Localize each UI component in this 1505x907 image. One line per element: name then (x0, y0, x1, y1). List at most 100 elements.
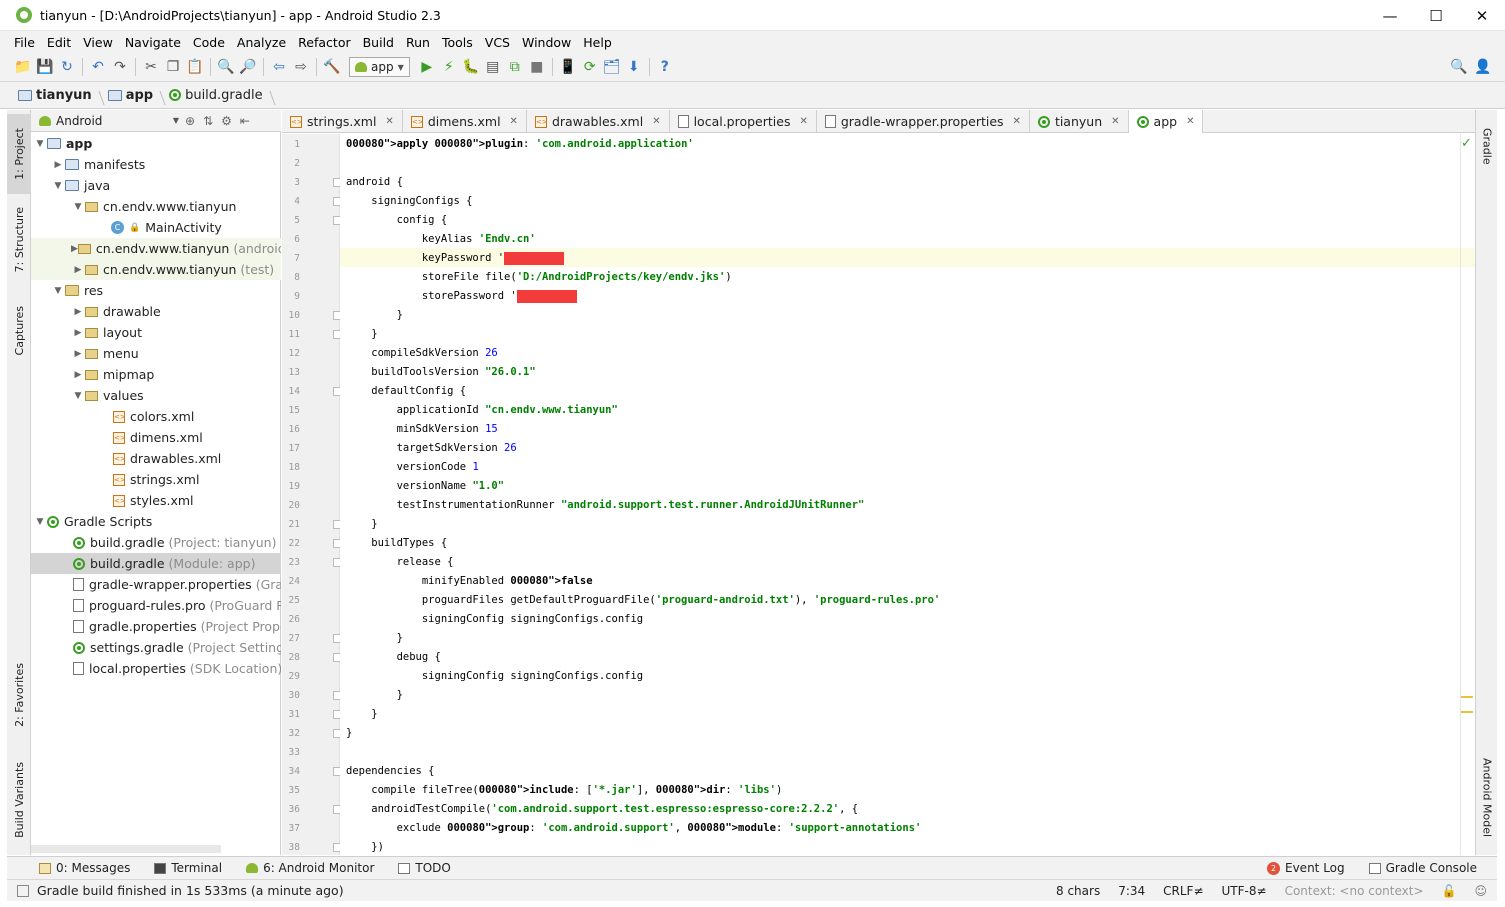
close-icon[interactable]: ✕ (1459, 0, 1505, 31)
tool-tab-build-variants[interactable]: Build Variants (7, 750, 31, 850)
warning-stripe-marker[interactable] (1461, 711, 1473, 713)
gradle-sync-icon[interactable]: ⟳ (579, 56, 601, 78)
make-project-icon[interactable]: 🔨 (321, 56, 343, 78)
tree-item-app[interactable]: ▼ app (31, 133, 281, 154)
code-editor[interactable]: 000080">apply 000080">plugin: 'com.andro… (340, 134, 1475, 855)
menu-file[interactable]: File (8, 35, 41, 50)
menu-tools[interactable]: Tools (436, 35, 479, 50)
tool-tab-terminal[interactable]: Terminal (142, 861, 234, 875)
menu-refactor[interactable]: Refactor (292, 35, 356, 50)
stop-icon[interactable]: ■ (526, 56, 548, 78)
breadcrumb-module[interactable]: app (107, 88, 163, 103)
tool-tab-project[interactable]: 1: Project (7, 114, 31, 194)
tree-item-package-test[interactable]: ▶ cn.endv.www.tianyun (test) (31, 259, 281, 280)
run-config-dropdown[interactable]: app ▼ (349, 57, 410, 77)
tab-local-properties[interactable]: local.properties ✕ (670, 110, 817, 133)
undo-icon[interactable]: ↶ (87, 56, 109, 78)
tree-item-layout[interactable]: ▶ layout (31, 322, 281, 343)
menu-code[interactable]: Code (187, 35, 231, 50)
attach-debugger-icon[interactable]: ⧉ (504, 56, 526, 78)
close-tab-icon[interactable]: ✕ (510, 116, 518, 127)
tool-tab-android-model[interactable]: Android Model (1476, 746, 1498, 850)
tab-drawables-xml[interactable]: <> drawables.xml ✕ (527, 110, 670, 133)
tree-item-values[interactable]: ▼ values (31, 385, 281, 406)
hector-icon[interactable]: ☺ (1474, 884, 1487, 898)
cut-icon[interactable]: ✂ (140, 56, 162, 78)
redo-icon[interactable]: ↷ (109, 56, 131, 78)
copy-icon[interactable]: ❐ (162, 56, 184, 78)
debug-icon[interactable]: 🐛 (460, 56, 482, 78)
tool-tab-todo[interactable]: TODO (386, 861, 462, 875)
tree-item-gradle-scripts[interactable]: ▼ Gradle Scripts (31, 511, 281, 532)
menu-run[interactable]: Run (400, 35, 436, 50)
help-icon[interactable]: ? (654, 56, 676, 78)
sdk-manager-icon[interactable]: ⬇ (623, 56, 645, 78)
instant-run-icon[interactable]: ⚡ (438, 56, 460, 78)
gear-icon[interactable]: ⚙ (221, 114, 232, 128)
avd-manager-icon[interactable]: 📱 (557, 56, 579, 78)
project-structure-icon[interactable]: 🗂 (601, 56, 623, 78)
close-tab-icon[interactable]: ✕ (1013, 116, 1021, 127)
forward-icon[interactable]: ⇨ (290, 56, 312, 78)
tree-item-drawables-xml[interactable]: <> drawables.xml (31, 448, 281, 469)
warning-stripe-marker[interactable] (1461, 696, 1473, 698)
close-tab-icon[interactable]: ✕ (385, 116, 393, 127)
tree-item-java[interactable]: ▼ java (31, 175, 281, 196)
tree-item-dimens-xml[interactable]: <> dimens.xml (31, 427, 281, 448)
tree-item-mainactivity[interactable]: C 🔒 MainActivity (31, 217, 281, 238)
collapse-all-icon[interactable]: ⇅ (203, 114, 213, 128)
tree-item-mipmap[interactable]: ▶ mipmap (31, 364, 281, 385)
tool-tab-gradle-console[interactable]: Gradle Console (1357, 861, 1489, 875)
find-icon[interactable]: 🔍 (215, 56, 237, 78)
maximize-icon[interactable]: ☐ (1413, 0, 1459, 31)
close-tab-icon[interactable]: ✕ (799, 116, 807, 127)
menu-help[interactable]: Help (577, 35, 618, 50)
profile-icon[interactable]: ▤ (482, 56, 504, 78)
back-icon[interactable]: ⇦ (268, 56, 290, 78)
open-folder-icon[interactable]: 📁 (12, 56, 34, 78)
tab-app[interactable]: app ✕ (1128, 110, 1204, 133)
tool-tab-captures[interactable]: Captures (7, 296, 31, 366)
toggle-tool-windows-icon[interactable] (17, 884, 29, 897)
tree-item-strings-xml[interactable]: <> strings.xml (31, 469, 281, 490)
project-horizontal-scrollbar[interactable] (31, 845, 221, 853)
sync-icon[interactable]: ↻ (56, 56, 78, 78)
lock-icon[interactable]: 🔓 (1442, 884, 1457, 898)
user-icon[interactable]: 👤 (1472, 56, 1494, 78)
line-separator[interactable]: CRLF≠ (1163, 884, 1203, 898)
tab-tianyun[interactable]: tianyun ✕ (1030, 110, 1129, 133)
tree-item-settings-gradle[interactable]: settings.gradle (Project Settings) (31, 637, 281, 658)
hide-panel-icon[interactable]: ⇤ (240, 114, 250, 128)
tree-item-package-main[interactable]: ▼ cn.endv.www.tianyun (31, 196, 281, 217)
tree-item-local-properties[interactable]: local.properties (SDK Location) (31, 658, 281, 679)
tree-item-menu[interactable]: ▶ menu (31, 343, 281, 364)
close-tab-icon[interactable]: ✕ (652, 116, 660, 127)
project-view-selector[interactable]: Android ▼ (39, 114, 179, 128)
scroll-from-source-icon[interactable]: ⊕ (185, 114, 195, 128)
tool-tab-android-monitor[interactable]: 6: Android Monitor (234, 861, 386, 875)
save-all-icon[interactable]: 💾 (34, 56, 56, 78)
minimize-icon[interactable]: — (1367, 0, 1413, 31)
tree-item-build-gradle-project[interactable]: build.gradle (Project: tianyun) (31, 532, 281, 553)
tree-item-res[interactable]: ▼ res (31, 280, 281, 301)
tab-strings-xml[interactable]: <> strings.xml ✕ (282, 110, 403, 133)
menu-window[interactable]: Window (516, 35, 577, 50)
tree-item-colors-xml[interactable]: <> colors.xml (31, 406, 281, 427)
tool-tab-messages[interactable]: 0: Messages (27, 861, 142, 875)
close-tab-icon[interactable]: ✕ (1111, 116, 1119, 127)
menu-vcs[interactable]: VCS (479, 35, 516, 50)
tree-item-manifests[interactable]: ▶ manifests (31, 154, 281, 175)
menu-edit[interactable]: Edit (41, 35, 77, 50)
status-message[interactable]: Gradle build finished in 1s 533ms (a min… (37, 883, 344, 898)
tab-gradle-wrapper-properties[interactable]: gradle-wrapper.properties ✕ (817, 110, 1030, 133)
run-icon[interactable]: ▶ (416, 56, 438, 78)
breadcrumb-file[interactable]: build.gradle (169, 88, 273, 103)
tool-tab-structure[interactable]: 7: Structure (7, 200, 31, 280)
menu-build[interactable]: Build (357, 35, 400, 50)
tool-tab-event-log[interactable]: 2 Event Log (1255, 861, 1357, 875)
tree-item-drawable[interactable]: ▶ drawable (31, 301, 281, 322)
tab-dimens-xml[interactable]: <> dimens.xml ✕ (403, 110, 527, 133)
tree-item-package-androidtest[interactable]: ▶ cn.endv.www.tianyun (androidTest) (31, 238, 281, 259)
tool-tab-gradle[interactable]: Gradle (1476, 116, 1498, 176)
tool-tab-favorites[interactable]: 2: Favorites (7, 650, 31, 740)
